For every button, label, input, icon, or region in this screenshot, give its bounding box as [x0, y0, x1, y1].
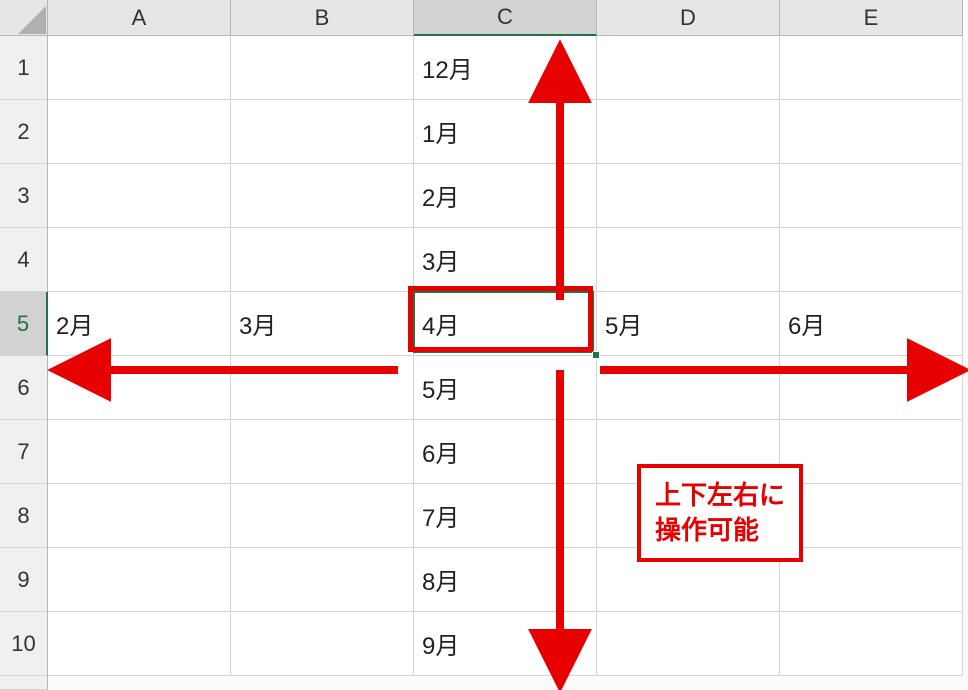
cell-B10[interactable]	[231, 612, 414, 676]
cell-A1[interactable]	[48, 36, 231, 100]
cell-D9[interactable]	[597, 548, 780, 612]
cell-C1[interactable]: 12月	[414, 36, 597, 100]
cell-A7[interactable]	[48, 420, 231, 484]
cell-E5[interactable]: 6月	[780, 292, 963, 356]
cell-B4[interactable]	[231, 228, 414, 292]
row-header-1[interactable]: 1	[0, 36, 48, 100]
cell-D2[interactable]	[597, 100, 780, 164]
cell-C2[interactable]: 1月	[414, 100, 597, 164]
cell-B2[interactable]	[231, 100, 414, 164]
cell-C6[interactable]: 5月	[414, 356, 597, 420]
table-row: 12月	[48, 36, 963, 100]
cell-E2[interactable]	[780, 100, 963, 164]
table-row: 2月	[48, 164, 963, 228]
cell-grid: 12月1月2月3月2月3月4月5月6月5月6月7月8月9月	[48, 36, 963, 676]
row-header-5[interactable]: 5	[0, 292, 48, 356]
row-header-3[interactable]: 3	[0, 164, 48, 228]
cell-E7[interactable]	[780, 420, 963, 484]
row-header-11-partial[interactable]	[0, 676, 48, 690]
cell-D10[interactable]	[597, 612, 780, 676]
table-row: 6月	[48, 420, 963, 484]
cell-E6[interactable]	[780, 356, 963, 420]
row-header-7[interactable]: 7	[0, 420, 48, 484]
cell-B7[interactable]	[231, 420, 414, 484]
table-row: 3月	[48, 228, 963, 292]
cell-C9[interactable]: 8月	[414, 548, 597, 612]
cell-D1[interactable]	[597, 36, 780, 100]
table-row: 7月	[48, 484, 963, 548]
column-header-C[interactable]: C	[414, 0, 597, 36]
cell-E4[interactable]	[780, 228, 963, 292]
row-header-10[interactable]: 10	[0, 612, 48, 676]
cell-E8[interactable]	[780, 484, 963, 548]
table-row: 5月	[48, 356, 963, 420]
cell-B3[interactable]	[231, 164, 414, 228]
cell-C8[interactable]: 7月	[414, 484, 597, 548]
spreadsheet: ABCDE 12345678910 12月1月2月3月2月3月4月5月6月5月6…	[0, 0, 968, 690]
cell-A2[interactable]	[48, 100, 231, 164]
cell-C10[interactable]: 9月	[414, 612, 597, 676]
cell-A9[interactable]	[48, 548, 231, 612]
select-all-triangle-icon	[0, 0, 48, 36]
cell-C4[interactable]: 3月	[414, 228, 597, 292]
row-header-4[interactable]: 4	[0, 228, 48, 292]
cell-A5[interactable]: 2月	[48, 292, 231, 356]
column-header-E[interactable]: E	[780, 0, 963, 36]
cell-C5[interactable]: 4月	[414, 292, 597, 356]
column-headers: ABCDE	[48, 0, 963, 36]
cell-B9[interactable]	[231, 548, 414, 612]
cell-E1[interactable]	[780, 36, 963, 100]
table-row: 8月	[48, 548, 963, 612]
cell-C7[interactable]: 6月	[414, 420, 597, 484]
cell-D7[interactable]	[597, 420, 780, 484]
table-row: 9月	[48, 612, 963, 676]
cell-A10[interactable]	[48, 612, 231, 676]
cell-D4[interactable]	[597, 228, 780, 292]
table-row: 1月	[48, 100, 963, 164]
cell-D8[interactable]	[597, 484, 780, 548]
cell-B5[interactable]: 3月	[231, 292, 414, 356]
fill-handle[interactable]	[592, 351, 600, 359]
column-header-B[interactable]: B	[231, 0, 414, 36]
cell-C3[interactable]: 2月	[414, 164, 597, 228]
cell-D6[interactable]	[597, 356, 780, 420]
column-header-A[interactable]: A	[48, 0, 231, 36]
cell-B8[interactable]	[231, 484, 414, 548]
select-all-corner[interactable]	[0, 0, 48, 36]
row-header-2[interactable]: 2	[0, 100, 48, 164]
cell-A8[interactable]	[48, 484, 231, 548]
cell-E10[interactable]	[780, 612, 963, 676]
cell-D3[interactable]	[597, 164, 780, 228]
cell-E3[interactable]	[780, 164, 963, 228]
row-headers: 12345678910	[0, 36, 48, 690]
cell-A6[interactable]	[48, 356, 231, 420]
row-header-8[interactable]: 8	[0, 484, 48, 548]
cell-A4[interactable]	[48, 228, 231, 292]
cell-D5[interactable]: 5月	[597, 292, 780, 356]
row-header-6[interactable]: 6	[0, 356, 48, 420]
cell-B6[interactable]	[231, 356, 414, 420]
cell-B1[interactable]	[231, 36, 414, 100]
table-row: 2月3月4月5月6月	[48, 292, 963, 356]
cell-A3[interactable]	[48, 164, 231, 228]
row-header-9[interactable]: 9	[0, 548, 48, 612]
column-header-D[interactable]: D	[597, 0, 780, 36]
cell-E9[interactable]	[780, 548, 963, 612]
